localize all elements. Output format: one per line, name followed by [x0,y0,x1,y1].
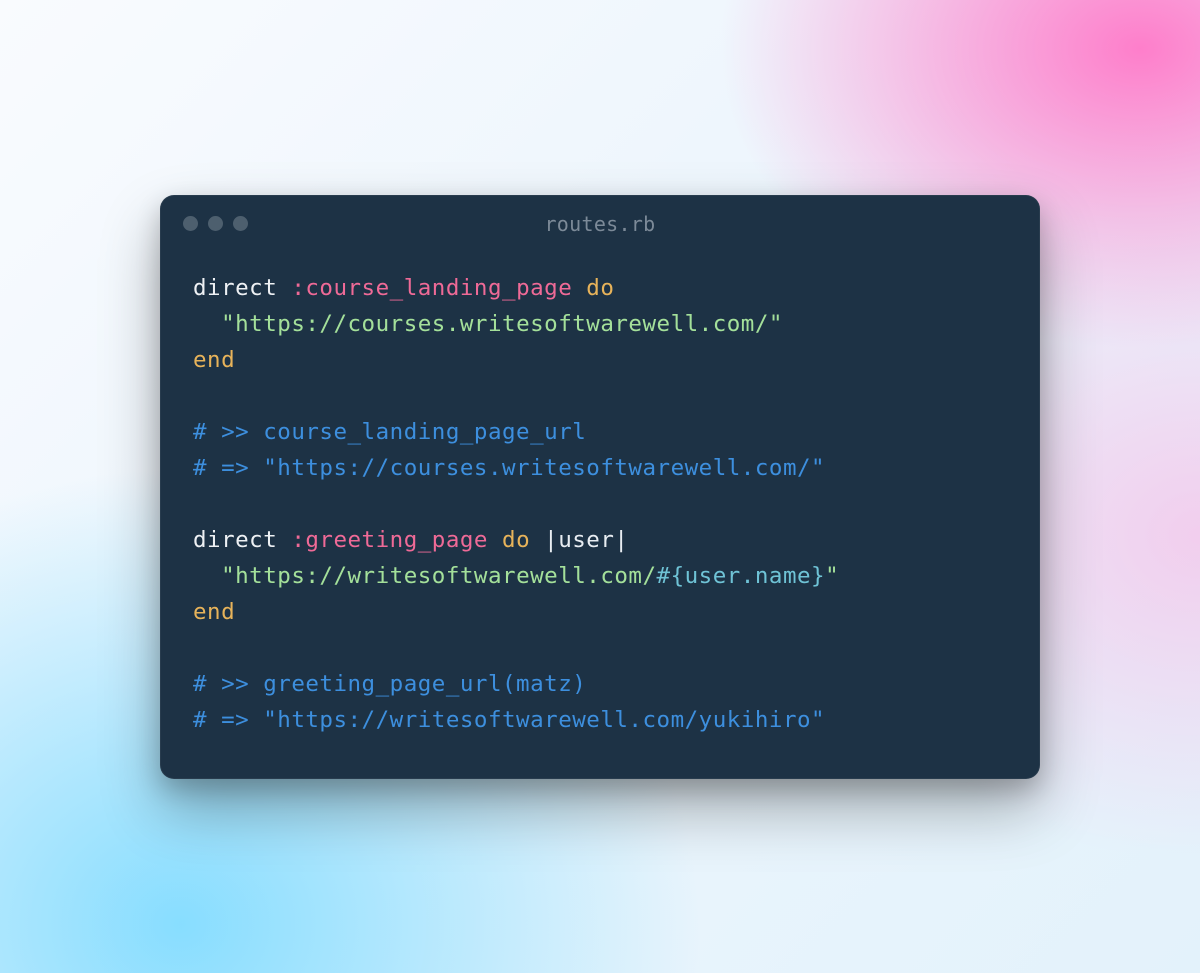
keyword-direct: direct [193,527,291,553]
comment-result-1: # => "https://courses.writesoftwarewell.… [193,455,825,481]
string-url-1: "https://courses.writesoftwarewell.com/" [221,311,783,337]
zoom-icon[interactable] [233,216,248,231]
window-titlebar: routes.rb [161,196,1039,252]
comment-result-2: # => "https://writesoftwarewell.com/yuki… [193,707,825,733]
keyword-end: end [193,347,235,373]
comment-call-2: # >> greeting_page_url(matz) [193,671,586,697]
symbol-course: :course_landing_page [291,275,572,301]
minimize-icon[interactable] [208,216,223,231]
keyword-do: do [488,527,544,553]
keyword-end: end [193,599,235,625]
window-controls [183,216,248,231]
indent [193,563,221,589]
indent [193,311,221,337]
keyword-do: do [572,275,614,301]
string-url-2a: "https://writesoftwarewell.com/ [221,563,656,589]
close-icon[interactable] [183,216,198,231]
symbol-greeting: :greeting_page [291,527,488,553]
keyword-direct: direct [193,275,291,301]
comment-call-1: # >> course_landing_page_url [193,419,586,445]
code-block: direct :course_landing_page do "https://… [161,252,1039,778]
window-title: routes.rb [161,212,1039,236]
string-interp: #{user.name} [657,563,826,589]
block-arg: |user| [544,527,628,553]
code-window: routes.rb direct :course_landing_page do… [160,195,1040,779]
string-url-2b: " [825,563,839,589]
